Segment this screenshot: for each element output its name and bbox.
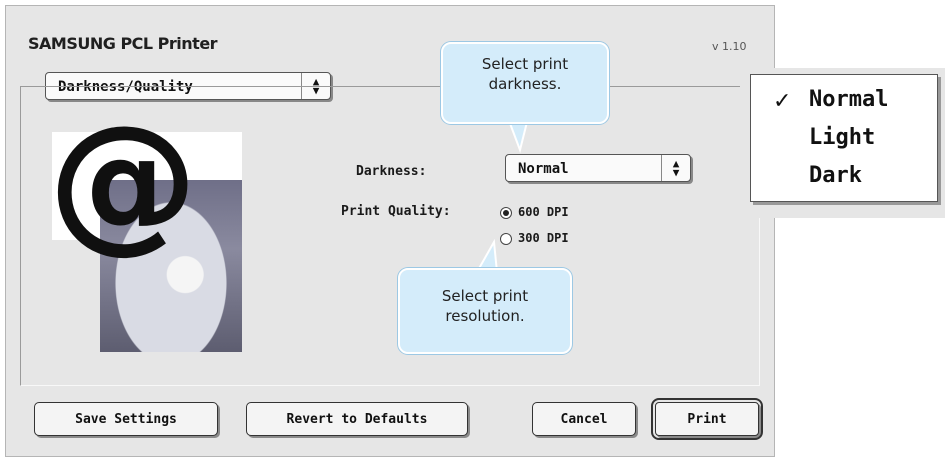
menu-item-light[interactable]: Light [809, 125, 875, 150]
callout-resolution-line1: Select print [441, 287, 529, 305]
checkmark-icon: ✓ [773, 89, 792, 114]
print-button[interactable]: Print [651, 398, 763, 440]
callout-resolution-line2: resolution. [445, 307, 525, 325]
cancel-button[interactable]: Cancel [532, 402, 636, 436]
menu-item-normal[interactable]: Normal [809, 87, 888, 112]
callout-resolution: Select print resolution. [398, 268, 572, 354]
darkness-menu: ✓ Normal Light Dark [750, 74, 938, 202]
save-settings-button[interactable]: Save Settings [34, 402, 218, 436]
revert-to-defaults-button[interactable]: Revert to Defaults [246, 402, 468, 436]
darkness-menu-panel: ✓ Normal Light Dark [740, 68, 945, 218]
menu-item-dark[interactable]: Dark [809, 163, 862, 188]
